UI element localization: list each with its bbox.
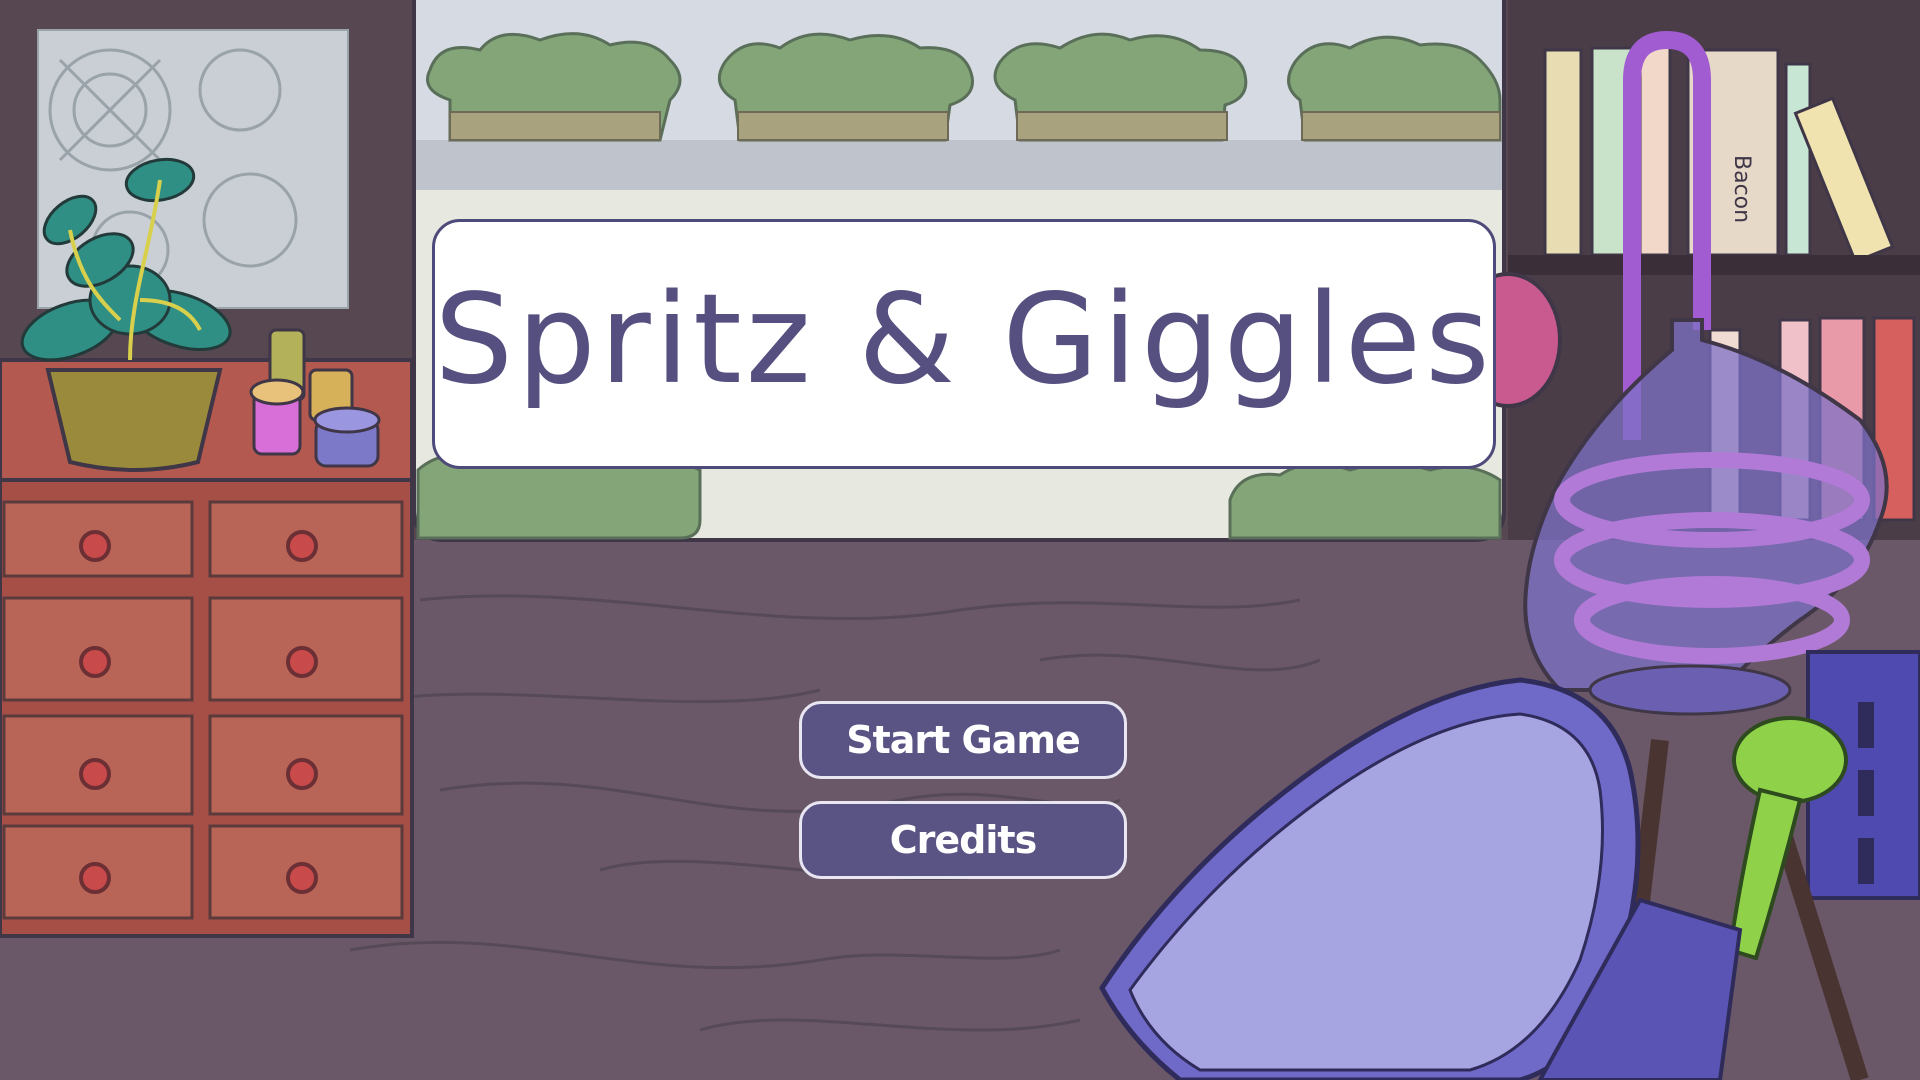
title-screen: Bacon Spritz & Giggles Start Game Credit… bbox=[0, 0, 1920, 1080]
box-slots bbox=[1858, 702, 1874, 884]
credits-button[interactable]: Credits bbox=[799, 801, 1127, 879]
book-label: Bacon bbox=[1729, 155, 1754, 223]
title-card: Spritz & Giggles bbox=[432, 219, 1496, 469]
background-illustration: Bacon bbox=[0, 0, 1920, 1080]
plant-pot bbox=[45, 368, 223, 472]
start-game-button[interactable]: Start Game bbox=[799, 701, 1127, 779]
game-title: Spritz & Giggles bbox=[434, 268, 1494, 412]
green-mushroom bbox=[1732, 716, 1848, 804]
window-ledge bbox=[416, 140, 1502, 190]
shelf-board bbox=[1508, 255, 1920, 275]
